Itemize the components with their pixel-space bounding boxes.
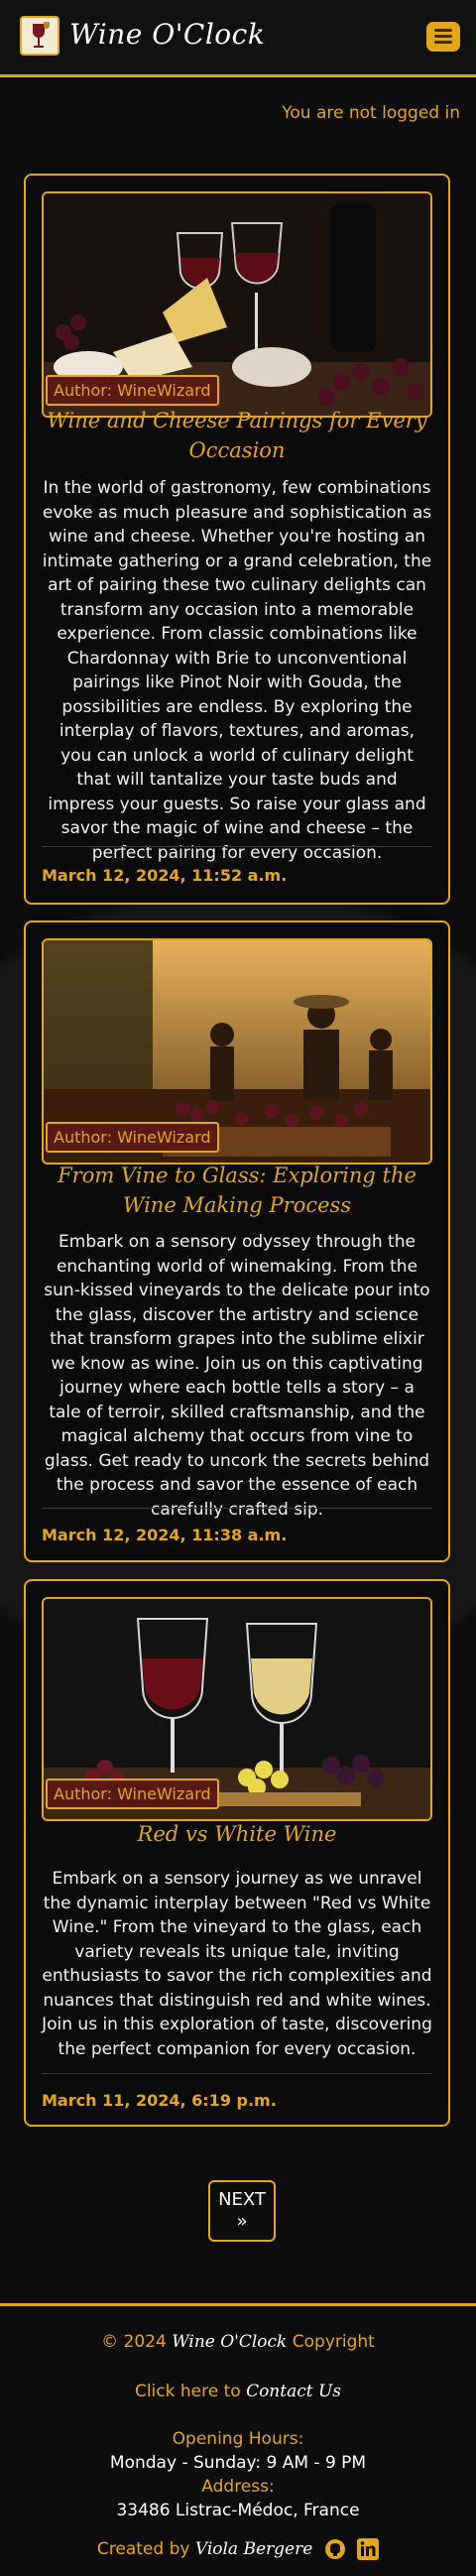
author-badge[interactable]: Author: WineWizard — [46, 1122, 219, 1153]
footer: © 2024 Wine O'Clock Copyright Click here… — [0, 2303, 476, 2576]
divider — [42, 2073, 432, 2074]
copyright-brand: Wine O'Clock — [172, 2332, 288, 2352]
github-icon[interactable] — [324, 2538, 346, 2560]
linkedin-icon[interactable] — [357, 2538, 380, 2560]
contact-line: Click here to Contact Us — [0, 2382, 476, 2401]
copyright-suffix: Copyright — [292, 2332, 375, 2352]
post-date: March 12, 2024, 11:52 a.m. — [42, 866, 288, 885]
post-title[interactable]: From Vine to Glass: Exploring the Wine M… — [42, 1161, 432, 1220]
post-image[interactable]: Author: WineWizard — [42, 938, 432, 1165]
navbar: Wine O'Clock — [0, 0, 476, 77]
post-image[interactable]: Author: WineWizard — [42, 1597, 432, 1821]
brand-name[interactable]: Wine O'Clock — [69, 18, 265, 51]
hamburger-menu-icon[interactable] — [426, 22, 460, 52]
login-status: You are not logged in — [282, 103, 460, 123]
next-label: NEXT — [218, 2189, 266, 2210]
address-label: Address: — [201, 2477, 275, 2497]
post-card: Author: WineWizard From Vine to Glass: E… — [24, 920, 450, 1562]
post-body: In the world of gastronomy, few combinat… — [42, 478, 432, 863]
post-image[interactable]: Author: WineWizard — [42, 191, 432, 418]
post-date: March 11, 2024, 6:19 p.m. — [42, 2091, 277, 2110]
hours-label: Opening Hours: — [172, 2429, 304, 2449]
post-body: Embark on a sensory odyssey through the … — [44, 1232, 430, 1520]
post-card: Author: WineWizard Red vs White Wine Emb… — [24, 1579, 450, 2127]
post-date: March 12, 2024, 11:38 a.m. — [42, 1526, 288, 1544]
divider — [42, 1508, 432, 1509]
contact-prefix: Click here to — [134, 2382, 241, 2401]
post-card: Author: WineWizard Wine and Cheese Pairi… — [24, 174, 450, 905]
post-title[interactable]: Wine and Cheese Pairings for Every Occas… — [42, 406, 432, 465]
contact-link[interactable]: Contact Us — [246, 2382, 341, 2401]
post-title[interactable]: Red vs White Wine — [42, 1819, 432, 1849]
created-prefix: Created by — [96, 2539, 190, 2559]
divider — [42, 846, 432, 847]
author-badge[interactable]: Author: WineWizard — [46, 1779, 219, 1809]
created-line: Created by Viola Bergere — [0, 2538, 476, 2560]
brand-logo[interactable] — [20, 16, 60, 56]
address-value: 33486 Listrac-Médoc, France — [116, 2501, 360, 2520]
hours-value: Monday - Sunday: 9 AM - 9 PM — [109, 2453, 367, 2473]
next-arrow-icon: » — [236, 2211, 248, 2232]
copyright-prefix: © 2024 — [101, 2332, 167, 2352]
post-body: Embark on a sensory journey as we unrave… — [42, 1869, 432, 2059]
created-name: Viola Bergere — [194, 2539, 313, 2559]
author-badge[interactable]: Author: WineWizard — [46, 375, 219, 406]
next-page-button[interactable]: NEXT » — [208, 2180, 276, 2242]
copyright-line: © 2024 Wine O'Clock Copyright — [0, 2332, 476, 2352]
